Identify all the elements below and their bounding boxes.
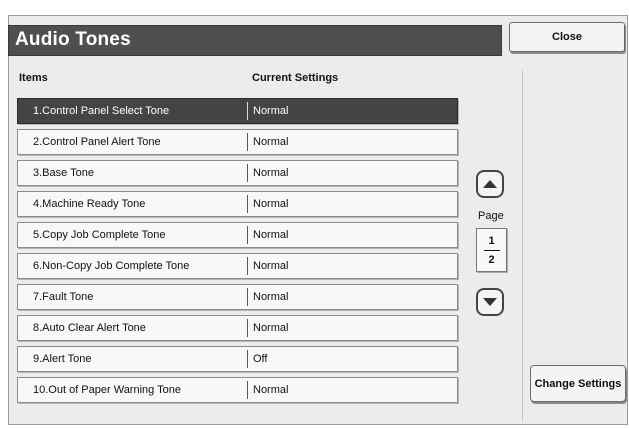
setting-row[interactable]: 1.Control Panel Select Tone Normal <box>17 98 458 124</box>
setting-current-value: Normal <box>253 229 289 241</box>
down-arrow-icon <box>483 298 497 306</box>
setting-item-label: 4.Machine Ready Tone <box>33 198 146 210</box>
change-settings-button[interactable]: Change Settings <box>530 365 626 402</box>
page-label: Page <box>478 210 504 222</box>
column-separator <box>247 381 248 399</box>
setting-row[interactable]: 8.Auto Clear Alert Tone Normal <box>17 315 458 341</box>
setting-current-value: Normal <box>253 260 289 272</box>
setting-current-value: Normal <box>253 105 289 117</box>
page-title: Audio Tones <box>15 29 131 50</box>
column-separator <box>247 226 248 244</box>
items-column-header: Items <box>19 72 48 84</box>
current-page-number: 1 <box>488 235 495 247</box>
page-fraction-line <box>484 250 500 251</box>
setting-current-value: Normal <box>253 167 289 179</box>
setting-row[interactable]: 5.Copy Job Complete Tone Normal <box>17 222 458 248</box>
setting-item-label: 2.Control Panel Alert Tone <box>33 136 161 148</box>
setting-current-value: Normal <box>253 291 289 303</box>
column-separator <box>247 133 248 151</box>
setting-row[interactable]: 6.Non-Copy Job Complete Tone Normal <box>17 253 458 279</box>
column-separator <box>247 350 248 368</box>
column-separator <box>247 195 248 213</box>
page-down-button[interactable] <box>476 288 504 316</box>
column-separator <box>247 164 248 182</box>
setting-current-value: Off <box>253 353 268 365</box>
column-separator <box>247 319 248 337</box>
page-indicator: 1 2 <box>476 228 507 272</box>
setting-current-value: Normal <box>253 322 289 334</box>
page-up-button[interactable] <box>476 170 504 198</box>
column-separator <box>247 257 248 275</box>
setting-item-label: 10.Out of Paper Warning Tone <box>33 384 181 396</box>
setting-item-label: 7.Fault Tone <box>33 291 94 303</box>
setting-current-value: Normal <box>253 384 289 396</box>
close-button[interactable]: Close <box>509 22 625 52</box>
setting-row[interactable]: 7.Fault Tone Normal <box>17 284 458 310</box>
total-page-number: 2 <box>488 254 495 266</box>
setting-row[interactable]: 3.Base Tone Normal <box>17 160 458 186</box>
setting-current-value: Normal <box>253 136 289 148</box>
setting-item-label: 1.Control Panel Select Tone <box>33 105 170 117</box>
setting-item-label: 3.Base Tone <box>33 167 94 179</box>
current-settings-column-header: Current Settings <box>252 72 339 84</box>
column-separator <box>247 288 248 306</box>
setting-item-label: 9.Alert Tone <box>33 353 92 365</box>
title-bar: Audio Tones <box>8 25 502 56</box>
setting-item-label: 5.Copy Job Complete Tone <box>33 229 166 241</box>
setting-item-label: 6.Non-Copy Job Complete Tone <box>33 260 190 272</box>
up-arrow-icon <box>483 180 497 188</box>
setting-row[interactable]: 9.Alert Tone Off <box>17 346 458 372</box>
setting-row[interactable]: 4.Machine Ready Tone Normal <box>17 191 458 217</box>
panel-divider <box>522 70 523 422</box>
setting-row[interactable]: 2.Control Panel Alert Tone Normal <box>17 129 458 155</box>
setting-row[interactable]: 10.Out of Paper Warning Tone Normal <box>17 377 458 403</box>
setting-item-label: 8.Auto Clear Alert Tone <box>33 322 146 334</box>
setting-current-value: Normal <box>253 198 289 210</box>
column-separator <box>247 102 248 120</box>
